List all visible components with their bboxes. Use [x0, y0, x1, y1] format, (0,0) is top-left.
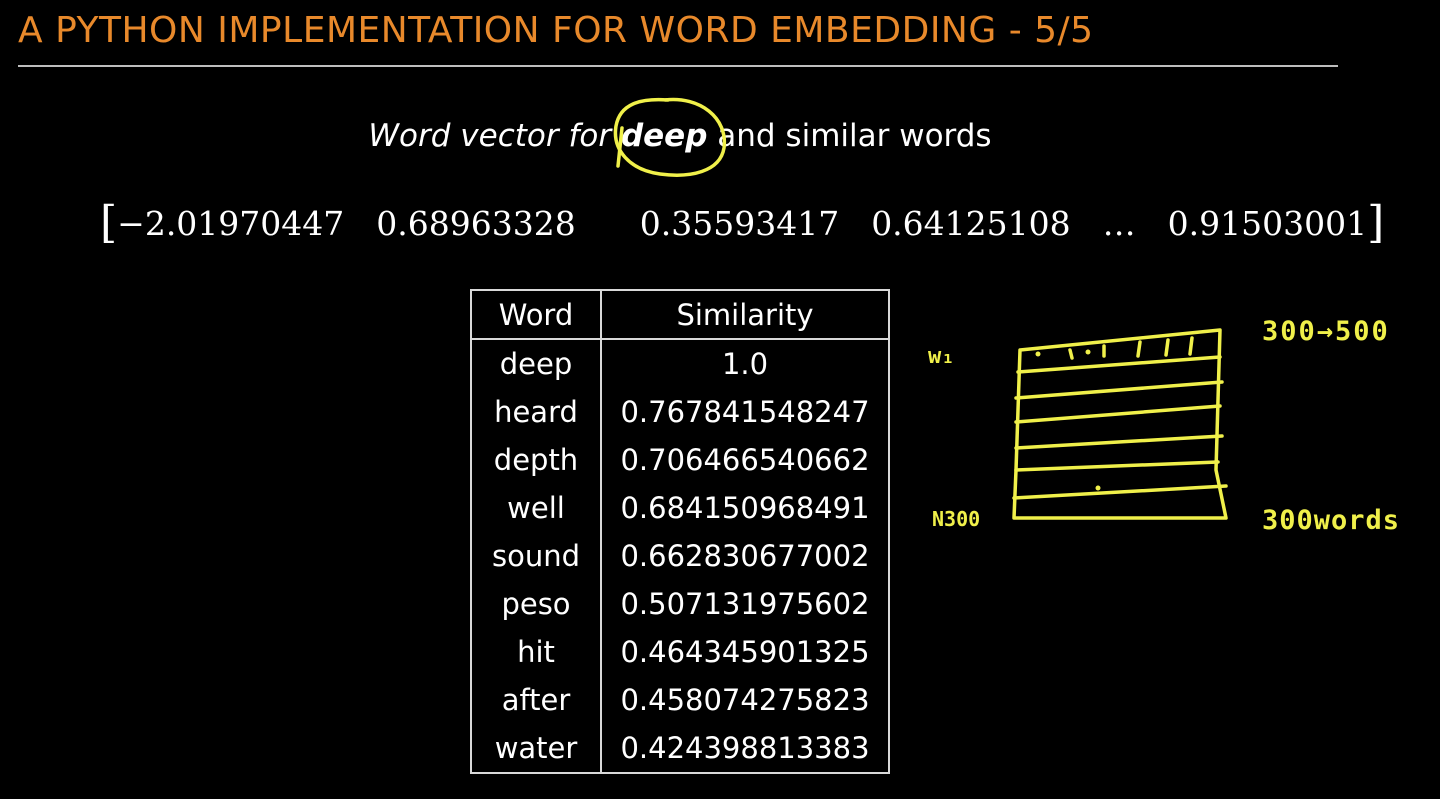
ink-tail-stroke [616, 126, 624, 168]
ink-dot [1035, 351, 1041, 357]
ink-dot [1085, 349, 1091, 355]
ink-circle-around-deep [613, 97, 727, 177]
ink-annotations [613, 97, 1228, 520]
ink-matrix-row-line [1012, 484, 1228, 500]
ink-matrix-row-line [1014, 380, 1224, 400]
annotation-w1: w₁ [928, 344, 955, 369]
slide: A PYTHON IMPLEMENTATION FOR WORD EMBEDDI… [0, 0, 1440, 799]
ink-dot [1095, 485, 1101, 491]
ink-matrix-row-line [1014, 404, 1222, 424]
ink-matrix-row-line [1014, 460, 1220, 472]
ink-matrix-tick [1164, 338, 1170, 357]
annotation-dims: 300→500 [1262, 316, 1390, 347]
ink-matrix-row-line [1014, 434, 1224, 450]
annotation-300-words: 300words [1262, 505, 1401, 536]
ink-matrix-tick [1188, 336, 1194, 356]
annotation-n300: N300 [932, 507, 981, 531]
ink-matrix-row-line [1016, 355, 1222, 374]
ink-matrix-tick [1136, 340, 1142, 358]
ink-matrix-tick [1068, 348, 1074, 360]
